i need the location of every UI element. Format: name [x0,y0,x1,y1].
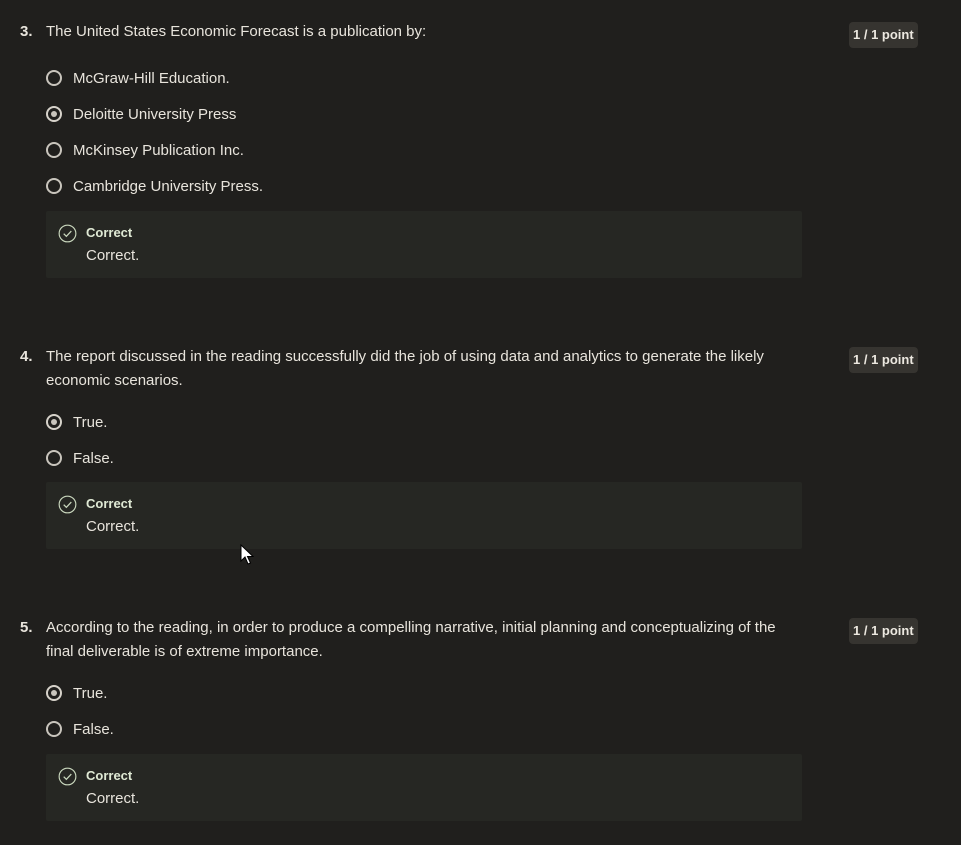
feedback-text: Correct. [86,790,140,807]
quiz-results-page: 3. The United States Economic Forecast i… [0,0,961,845]
radio-button[interactable] [46,450,62,466]
radio-button[interactable] [46,70,62,86]
feedback-text: Correct. [86,518,140,535]
feedback-title: Correct [86,225,133,240]
option-mcgraw-hill[interactable]: McGraw-Hill Education. [46,66,230,90]
feedback-box: Correct Correct. [46,754,802,821]
radio-button[interactable] [46,721,62,737]
check-circle-icon [58,767,77,786]
option-true[interactable]: True. [46,681,107,705]
mouse-cursor-icon [240,544,254,565]
option-true[interactable]: True. [46,410,107,434]
radio-button[interactable] [46,178,62,194]
points-badge: 1 / 1 point [849,347,918,373]
radio-button-selected[interactable] [46,106,62,122]
option-label: McGraw-Hill Education. [73,69,230,87]
option-label: False. [73,720,114,738]
radio-button-selected[interactable] [46,685,62,701]
check-circle-icon [58,224,77,243]
option-false[interactable]: False. [46,717,114,741]
question-header: 3. The United States Economic Forecast i… [0,20,961,48]
points-badge: 1 / 1 point [849,618,918,644]
option-cambridge[interactable]: Cambridge University Press. [46,174,263,198]
question-text: The United States Economic Forecast is a… [46,23,427,40]
option-deloitte[interactable]: Deloitte University Press [46,102,236,126]
option-label: False. [73,449,114,467]
question-5: 5. According to the reading, in order to… [0,616,961,821]
feedback-box: Correct Correct. [46,482,802,549]
feedback-text: Correct. [86,247,140,264]
option-label: Cambridge University Press. [73,177,264,195]
option-mckinsey[interactable]: McKinsey Publication Inc. [46,138,244,162]
question-header: 4. The report discussed in the reading s… [0,345,961,389]
question-text: According to the reading, in order to pr… [46,619,776,660]
question-number: 4. [20,348,33,365]
feedback-box: Correct Correct. [46,211,802,278]
check-circle-icon [58,495,77,514]
option-label: True. [73,684,108,702]
question-number: 5. [20,619,33,636]
question-3: 3. The United States Economic Forecast i… [0,20,961,278]
question-header: 5. According to the reading, in order to… [0,616,961,660]
radio-button[interactable] [46,142,62,158]
radio-button-selected[interactable] [46,414,62,430]
option-label: Deloitte University Press [73,105,237,123]
feedback-title: Correct [86,768,133,783]
option-false[interactable]: False. [46,446,114,470]
question-text: The report discussed in the reading succ… [46,348,764,389]
feedback-title: Correct [86,496,133,511]
question-4: 4. The report discussed in the reading s… [0,345,961,549]
points-badge: 1 / 1 point [849,22,918,48]
option-label: McKinsey Publication Inc. [73,141,244,159]
question-number: 3. [20,23,33,40]
option-label: True. [73,413,108,431]
